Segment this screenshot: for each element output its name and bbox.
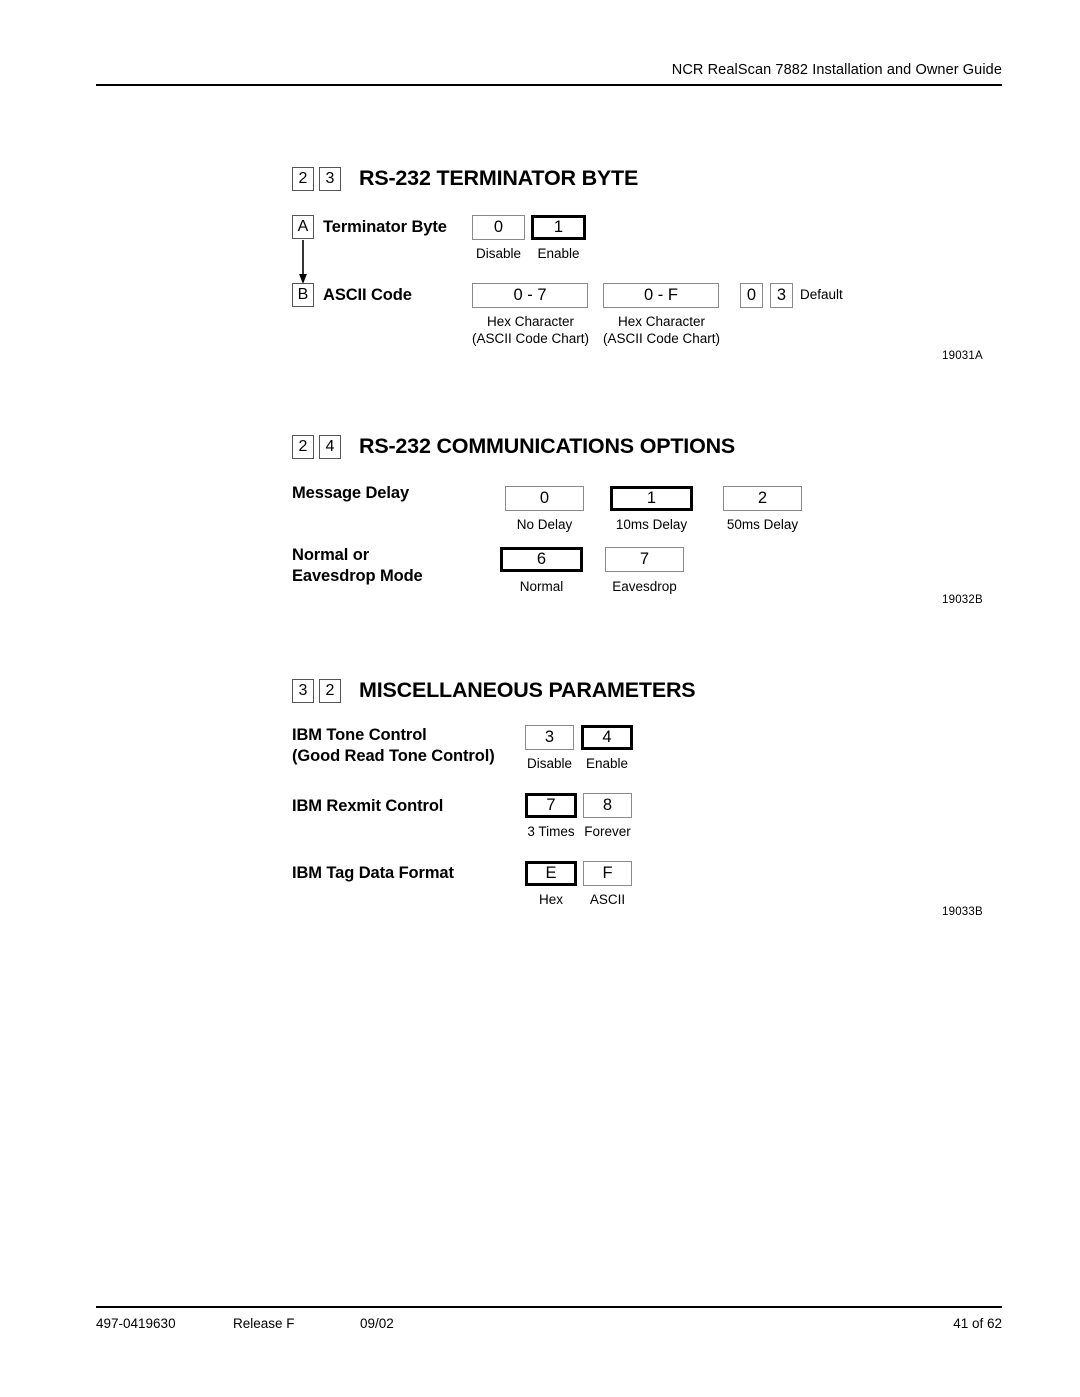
option-box-ascii-code-1[interactable]: 0 - F bbox=[603, 283, 719, 308]
option-box-ibm-tag-data-format-1[interactable]: F bbox=[583, 861, 632, 886]
section-number-box-1: 2 bbox=[292, 434, 314, 459]
page-header-title: NCR RealScan 7882 Installation and Owner… bbox=[671, 62, 1002, 78]
option-box-ibm-rexmit-control-1[interactable]: 8 bbox=[583, 793, 632, 818]
row-label-line-2: Eavesdrop Mode bbox=[292, 567, 423, 585]
row-label-message-delay: Message Delay bbox=[292, 484, 410, 502]
section-heading: 3 2 MISCELLANEOUS PARAMETERS bbox=[292, 678, 696, 703]
option-caption-ibm-tag-data-format-0: Hex bbox=[538, 892, 563, 907]
option-caption-ibm-rexmit-control-0: 3 Times bbox=[527, 824, 575, 839]
option-caption-ibm-tag-data-format-1: ASCII bbox=[589, 892, 626, 907]
option-caption-message-delay-2: 50ms Delay bbox=[726, 517, 799, 532]
caption-line-1: Hex Character (ASCII Code Chart) bbox=[602, 314, 721, 346]
option-caption-ibm-tone-control-1: Enable bbox=[585, 756, 629, 771]
default-label: Default bbox=[800, 287, 843, 302]
figure-id: 19032B bbox=[942, 594, 983, 606]
section-number-box-1: 2 bbox=[292, 166, 314, 191]
footer-rule bbox=[96, 1306, 1002, 1308]
document-page: NCR RealScan 7882 Installation and Owner… bbox=[0, 0, 1080, 1397]
footer-doc-number: 497-0419630 bbox=[96, 1316, 176, 1331]
option-caption-message-delay-1: 10ms Delay bbox=[615, 517, 688, 532]
row-label-ibm-tone-control: IBM Tone Control (Good Read Tone Control… bbox=[292, 725, 495, 767]
row-label-ibm-rexmit-control: IBM Rexmit Control bbox=[292, 797, 444, 815]
default-tile-1: 3 bbox=[770, 283, 793, 308]
option-caption-ibm-tone-control-0: Disable bbox=[526, 756, 573, 771]
flow-arrow-icon bbox=[299, 240, 307, 284]
section-title: MISCELLANEOUS PARAMETERS bbox=[359, 678, 696, 702]
option-box-ibm-tag-data-format-0[interactable]: E bbox=[525, 861, 577, 886]
section-number-box-2: 3 bbox=[319, 166, 341, 191]
section-number-box-2: 2 bbox=[319, 678, 341, 703]
option-caption-ascii-code-0: Hex Character (ASCII Code Chart) bbox=[460, 313, 601, 347]
option-caption-terminator-byte-1: Enable bbox=[537, 246, 580, 261]
option-box-ascii-code-0[interactable]: 0 - 7 bbox=[472, 283, 588, 308]
option-box-message-delay-0[interactable]: 0 bbox=[505, 486, 584, 511]
section-heading: 2 4 RS-232 COMMUNICATIONS OPTIONS bbox=[292, 434, 735, 459]
option-caption-message-delay-0: No Delay bbox=[516, 517, 573, 532]
option-caption-eavesdrop-mode-1: Eavesdrop bbox=[612, 579, 677, 594]
footer-page-number: 41 of 62 bbox=[953, 1316, 1002, 1331]
section-heading: 2 3 RS-232 TERMINATOR BYTE bbox=[292, 166, 638, 191]
option-caption-ibm-rexmit-control-1: Forever bbox=[584, 824, 631, 839]
row-label-line-2: (Good Read Tone Control) bbox=[292, 747, 495, 765]
section-number-box-2: 4 bbox=[319, 434, 341, 459]
header-rule bbox=[96, 84, 1002, 86]
option-box-terminator-byte-1[interactable]: 1 bbox=[531, 215, 586, 240]
section-title: RS-232 COMMUNICATIONS OPTIONS bbox=[359, 434, 736, 458]
option-box-ibm-rexmit-control-0[interactable]: 7 bbox=[525, 793, 577, 818]
option-box-message-delay-1[interactable]: 1 bbox=[610, 486, 693, 511]
section-rs232-communications-options: 2 4 RS-232 COMMUNICATIONS OPTIONS Messag… bbox=[292, 434, 1002, 614]
page-title: RS-232 TERMINATOR BYTE bbox=[359, 166, 639, 190]
option-caption-eavesdrop-mode-0: Normal bbox=[519, 579, 564, 594]
option-caption-terminator-byte-0: Disable bbox=[475, 246, 522, 261]
page-footer: 497-0419630 Release F 09/02 41 of 62 bbox=[96, 1316, 1002, 1336]
option-box-ibm-tone-control-0[interactable]: 3 bbox=[525, 725, 574, 750]
option-box-ibm-tone-control-1[interactable]: 4 bbox=[581, 725, 633, 750]
row-tag-b: B bbox=[292, 283, 314, 307]
option-caption-ascii-code-1: Hex Character (ASCII Code Chart) bbox=[591, 313, 732, 347]
section-miscellaneous-parameters: 3 2 MISCELLANEOUS PARAMETERS IBM Tone Co… bbox=[292, 678, 1002, 928]
row-label-ascii-code: ASCII Code bbox=[323, 286, 412, 304]
row-label-line-1: Normal or bbox=[292, 546, 370, 564]
figure-id: 19031A bbox=[942, 350, 983, 362]
row-label-normal-eavesdrop-mode: Normal or Eavesdrop Mode bbox=[292, 545, 423, 587]
option-box-eavesdrop-mode-1[interactable]: 7 bbox=[605, 547, 684, 572]
row-label-line-1: IBM Tone Control bbox=[292, 726, 427, 744]
section-number-box-1: 3 bbox=[292, 678, 314, 703]
option-box-eavesdrop-mode-0[interactable]: 6 bbox=[500, 547, 583, 572]
option-box-terminator-byte-0[interactable]: 0 bbox=[472, 215, 525, 240]
section-rs232-terminator-byte: 2 3 RS-232 TERMINATOR BYTE A Terminator … bbox=[292, 166, 1002, 366]
default-tile-0: 0 bbox=[740, 283, 763, 308]
row-tag-a: A bbox=[292, 215, 314, 239]
row-label-terminator-byte: Terminator Byte bbox=[323, 218, 447, 236]
option-box-message-delay-2[interactable]: 2 bbox=[723, 486, 802, 511]
caption-line-1: Hex Character (ASCII Code Chart) bbox=[471, 314, 590, 346]
row-label-ibm-tag-data-format: IBM Tag Data Format bbox=[292, 864, 454, 882]
footer-release: Release F bbox=[233, 1316, 295, 1331]
footer-date: 09/02 bbox=[360, 1316, 394, 1331]
figure-id: 19033B bbox=[942, 906, 983, 918]
